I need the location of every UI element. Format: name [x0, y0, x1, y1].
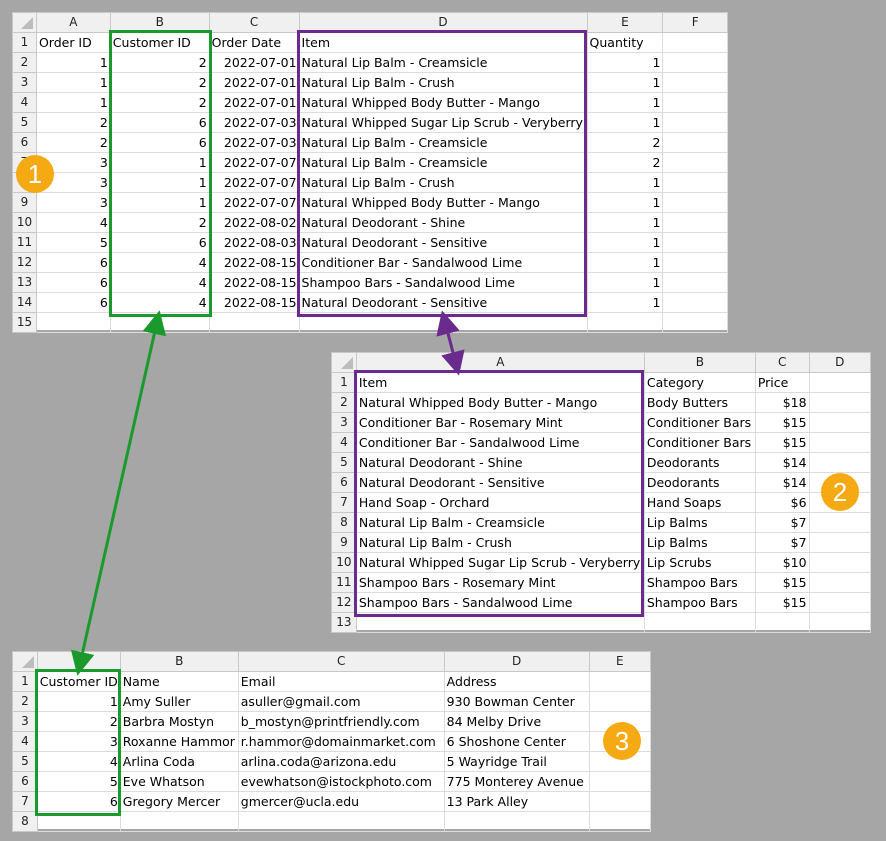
- badge-customers: 3: [603, 722, 641, 760]
- badge-orders: 1: [16, 155, 54, 193]
- badge-products: 2: [821, 473, 859, 511]
- customer-id-link-arrow: [70, 310, 167, 676]
- item-link-arrow: [436, 310, 465, 376]
- relationship-arrows: [70, 310, 465, 676]
